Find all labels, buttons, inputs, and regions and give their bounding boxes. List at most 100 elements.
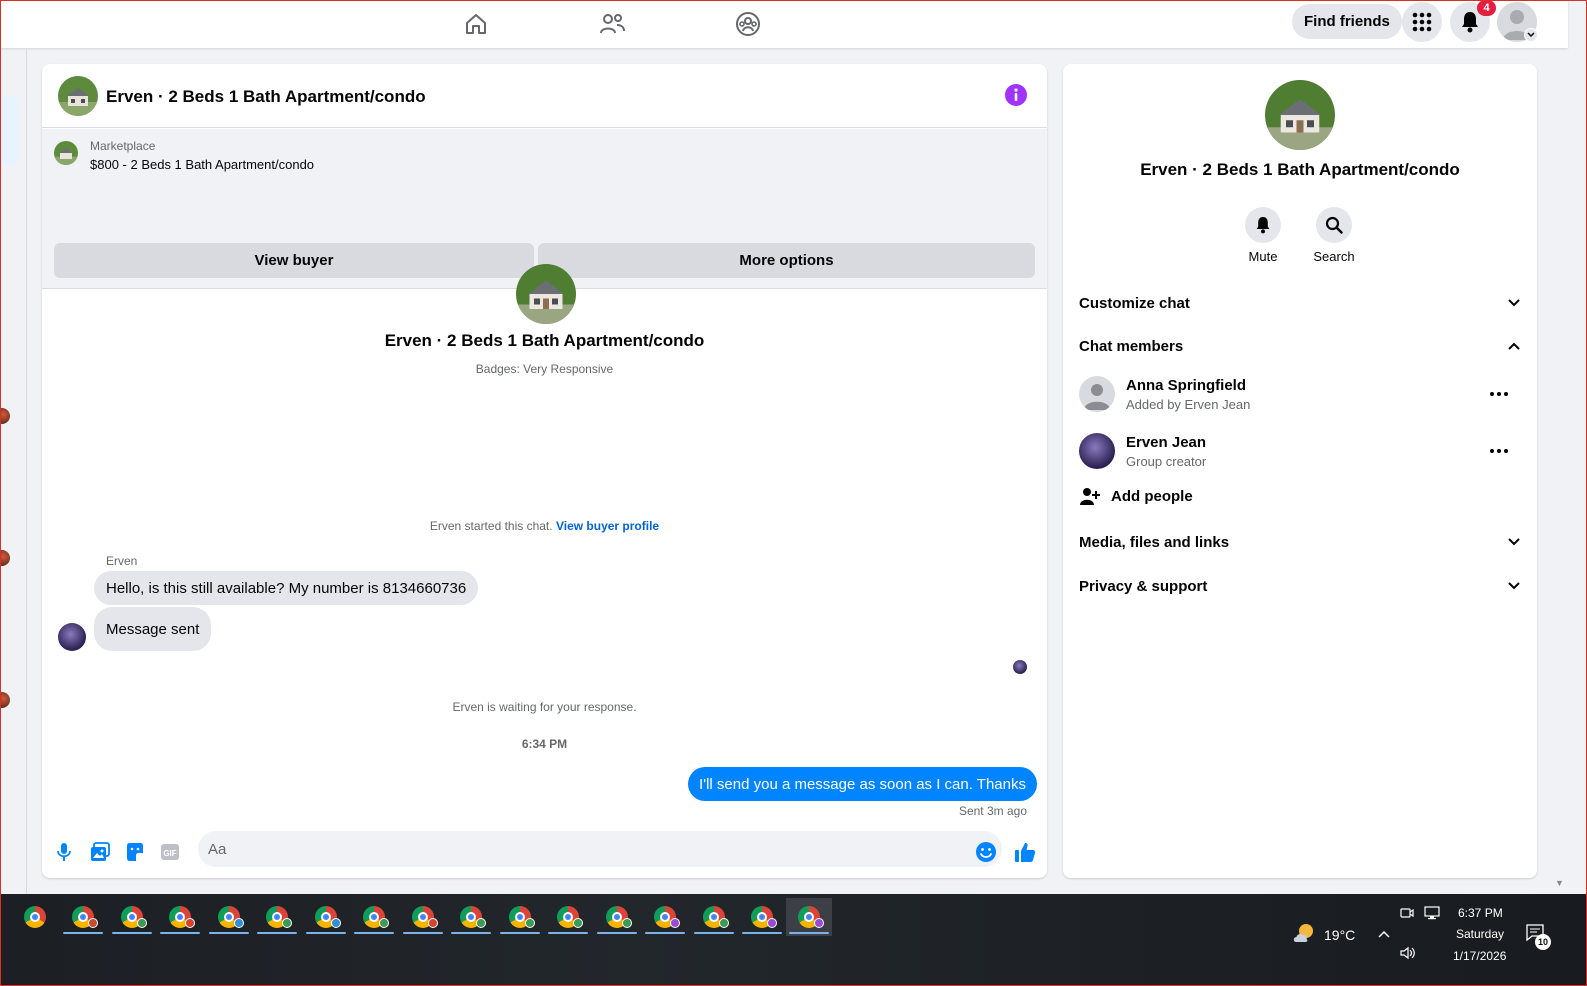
microphone-icon[interactable] bbox=[52, 840, 76, 864]
taskbar-chrome-app[interactable] bbox=[739, 898, 785, 936]
divider bbox=[26, 48, 27, 894]
badges-text: Badges: Very Responsive bbox=[475, 362, 614, 376]
chat-info-panel: Erven · 2 Beds 1 Bath Apartment/condo Mu… bbox=[1063, 64, 1537, 878]
taskbar-chrome-app[interactable] bbox=[448, 898, 494, 936]
message-composer: GIF bbox=[42, 830, 1047, 878]
clock-date[interactable]: 1/17/2026 bbox=[1453, 949, 1506, 963]
taskbar-chrome-app[interactable] bbox=[594, 898, 640, 936]
member-role: Group creator bbox=[1126, 454, 1207, 469]
search-label: Search bbox=[1313, 249, 1355, 264]
section-label: Privacy & support bbox=[1079, 577, 1208, 595]
chat-header: Erven · 2 Beds 1 Bath Apartment/condo bbox=[42, 64, 1047, 128]
bell-icon[interactable] bbox=[1245, 207, 1281, 243]
member-name[interactable]: Erven Jean bbox=[1126, 434, 1206, 451]
notification-count-badge: 4 bbox=[1477, 0, 1496, 16]
taskbar-chrome-app[interactable] bbox=[206, 898, 252, 936]
incoming-message[interactable]: Hello, is this still available? My numbe… bbox=[94, 571, 479, 605]
taskbar-chrome-app[interactable] bbox=[497, 898, 543, 936]
chevron-up-icon bbox=[1508, 342, 1520, 350]
chat-title: Erven · 2 Beds 1 Bath Apartment/condo bbox=[106, 87, 426, 106]
sidebar-selected-indicator bbox=[0, 96, 18, 166]
weather-temperature[interactable]: 19°C bbox=[1324, 927, 1355, 943]
marketplace-label: Marketplace bbox=[90, 139, 156, 153]
taskbar-chrome-app[interactable] bbox=[109, 898, 155, 936]
taskbar-chrome-app[interactable] bbox=[351, 898, 397, 936]
weather-icon[interactable] bbox=[1292, 922, 1316, 949]
view-buyer-profile-link[interactable]: View buyer profile bbox=[556, 519, 659, 533]
scroll-down-arrow[interactable]: ▼ bbox=[1555, 878, 1564, 888]
taskbar-chrome-app[interactable] bbox=[642, 898, 688, 936]
contact-avatar[interactable] bbox=[0, 408, 10, 424]
network-icon[interactable] bbox=[1424, 906, 1440, 925]
photo-icon[interactable] bbox=[88, 840, 112, 864]
find-friends-button[interactable]: Find friends bbox=[1292, 4, 1402, 39]
message-input[interactable] bbox=[198, 831, 1002, 867]
customize-chat-section[interactable]: Customize chat bbox=[1079, 288, 1521, 318]
view-buyer-button[interactable]: View buyer bbox=[54, 243, 534, 278]
incoming-message[interactable]: Message sent bbox=[94, 607, 212, 651]
tray-expand-icon[interactable] bbox=[1377, 926, 1391, 944]
taskbar-chrome-app[interactable] bbox=[400, 898, 446, 936]
emoji-icon[interactable] bbox=[974, 840, 998, 864]
menu-grid-icon[interactable] bbox=[1402, 2, 1442, 42]
mute-button[interactable]: Mute bbox=[1233, 207, 1293, 264]
clock-time[interactable]: 6:37 PM bbox=[1458, 906, 1503, 920]
info-icon[interactable] bbox=[1005, 84, 1027, 106]
add-person-icon bbox=[1080, 488, 1100, 505]
sender-name: Erven bbox=[106, 554, 138, 568]
more-options-icon[interactable] bbox=[1487, 382, 1511, 406]
mute-label: Mute bbox=[1248, 249, 1278, 264]
listing-thumbnail[interactable] bbox=[54, 141, 78, 165]
listing-price[interactable]: $800 - 2 Beds 1 Bath Apartment/condo bbox=[90, 157, 314, 172]
home-icon[interactable] bbox=[458, 6, 494, 42]
member-row[interactable]: Anna Springfield Added by Erven Jean bbox=[1079, 374, 1521, 418]
sent-status: Sent 3m ago bbox=[958, 804, 1027, 818]
meet-now-icon[interactable] bbox=[1400, 906, 1414, 925]
media-files-section[interactable]: Media, files and links bbox=[1079, 527, 1521, 557]
taskbar: 19°C 6:37 PM Saturday 1/17/2026 10 bbox=[0, 894, 1587, 986]
gif-icon[interactable]: GIF bbox=[158, 840, 182, 864]
chat-members-section[interactable]: Chat members bbox=[1079, 331, 1521, 361]
friends-icon[interactable] bbox=[594, 6, 630, 42]
chat-started-text: Erven started this chat. bbox=[429, 519, 553, 533]
waiting-notice: Erven is waiting for your response. bbox=[452, 700, 637, 714]
groups-icon[interactable] bbox=[730, 6, 766, 42]
taskbar-chrome-app[interactable] bbox=[12, 898, 58, 936]
privacy-support-section[interactable]: Privacy & support bbox=[1079, 571, 1521, 601]
member-role: Added by Erven Jean bbox=[1126, 397, 1251, 412]
message-timestamp: 6:34 PM bbox=[521, 737, 568, 751]
search-button[interactable]: Search bbox=[1304, 207, 1364, 264]
more-options-icon[interactable] bbox=[1487, 439, 1511, 463]
chevron-down-icon[interactable] bbox=[1524, 28, 1538, 42]
member-row[interactable]: Erven Jean Group creator bbox=[1079, 431, 1521, 475]
contact-avatar[interactable] bbox=[0, 692, 10, 708]
clock-day[interactable]: Saturday bbox=[1456, 927, 1504, 941]
sender-avatar[interactable] bbox=[58, 623, 86, 651]
taskbar-chrome-app[interactable] bbox=[60, 898, 106, 936]
sticker-icon[interactable] bbox=[123, 840, 147, 864]
member-avatar[interactable] bbox=[1079, 433, 1115, 469]
side-listing-avatar bbox=[1265, 80, 1335, 150]
taskbar-chrome-app[interactable] bbox=[545, 898, 591, 936]
chevron-down-icon bbox=[1508, 538, 1520, 546]
thumbs-up-icon[interactable] bbox=[1013, 840, 1037, 864]
volume-icon[interactable] bbox=[1400, 946, 1416, 965]
search-icon[interactable] bbox=[1316, 207, 1352, 243]
chevron-down-icon bbox=[1508, 582, 1520, 590]
chevron-down-icon bbox=[1508, 299, 1520, 307]
listing-avatar[interactable] bbox=[58, 76, 98, 116]
member-name[interactable]: Anna Springfield bbox=[1126, 377, 1246, 394]
section-label: Customize chat bbox=[1079, 294, 1190, 312]
add-people-button[interactable]: Add people bbox=[1079, 486, 1193, 506]
contact-avatar[interactable] bbox=[0, 550, 10, 566]
add-people-label: Add people bbox=[1111, 487, 1193, 505]
svg-text:GIF: GIF bbox=[163, 849, 176, 858]
member-avatar[interactable] bbox=[1079, 376, 1115, 412]
taskbar-chrome-app-active[interactable] bbox=[786, 898, 832, 936]
more-options-button[interactable]: More options bbox=[538, 243, 1035, 278]
taskbar-chrome-app[interactable] bbox=[303, 898, 349, 936]
taskbar-chrome-app[interactable] bbox=[254, 898, 300, 936]
taskbar-chrome-app[interactable] bbox=[157, 898, 203, 936]
outgoing-message[interactable]: I'll send you a message as soon as I can… bbox=[688, 767, 1037, 801]
taskbar-chrome-app[interactable] bbox=[691, 898, 737, 936]
